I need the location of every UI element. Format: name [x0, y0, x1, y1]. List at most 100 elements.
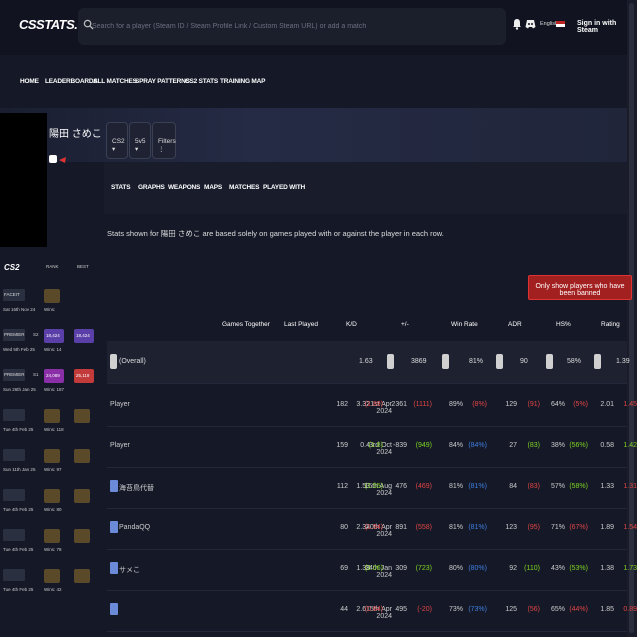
row-win-d: (80%) [468, 565, 487, 572]
filters-button[interactable]: Filters ⋮ [152, 122, 176, 159]
row-player-name[interactable]: 海苔鳥代替 [119, 483, 154, 493]
row-rating-d: 1.31 [623, 483, 637, 490]
compare-marker [442, 354, 449, 369]
discord-icon[interactable] [525, 19, 536, 29]
player-avatar-icon [110, 480, 118, 492]
row-player-name[interactable]: サメこ [119, 565, 140, 575]
rank-source-logo: PREMIER [3, 329, 25, 341]
rank-entry: Tue 4th Feb 25 Wins: 78 [0, 527, 104, 567]
rank-value: 24,089 [46, 373, 60, 378]
search-box[interactable] [78, 8, 506, 45]
table-row[interactable]: Player 159 3rd Oct 2024 0.4 (1.8) -839 (949) 84… [107, 425, 637, 468]
steam-icon[interactable] [49, 155, 57, 163]
col-last-played[interactable]: Last Played [284, 321, 318, 328]
rank-date: Wed 5th Feb 25 [3, 347, 35, 352]
row-pm-d: (723) [415, 565, 432, 572]
search-input[interactable] [92, 12, 492, 41]
player-avatar-icon [110, 603, 118, 615]
rank-sidebar: CS2 RANK BEST FACEIT Sat 16th Nov 24 Wins:… [0, 250, 104, 637]
row-hs-d: (53%) [569, 565, 588, 572]
table-row[interactable]: 44 5th Apr 2024 2.61 (0.84) 495 (-20) 73% (73%)… [107, 589, 637, 632]
row-win: 81% [469, 358, 484, 365]
row-rating-d: 0.89 [623, 606, 637, 613]
col-win-rate[interactable]: Win Rate [451, 321, 478, 328]
bell-icon[interactable] [512, 18, 522, 30]
scrollbar-thumb[interactable] [629, 3, 634, 633]
table-row[interactable]: サメこ 69 24th Jan 2024 1.39 (2.06) 309 (723) 80%(… [107, 548, 637, 591]
best-rank-badge [74, 409, 90, 423]
rank-entry: Tue 4th Feb 25 Wins: 42 [0, 567, 104, 607]
cs2-logo: CS2 [4, 263, 20, 272]
rank-value: 18,424 [46, 333, 60, 338]
nav-training-map[interactable]: TRAINING MAP [220, 78, 265, 85]
flag-icon[interactable] [556, 21, 565, 27]
row-adr-d: (95) [527, 524, 540, 531]
row-hs-d: (56%) [569, 442, 588, 449]
season-label: S1 [33, 372, 39, 377]
row-pm: 3869 [411, 358, 427, 365]
compare-marker [546, 354, 553, 369]
rank-wins: Wins: 14 [44, 347, 62, 352]
col-kd[interactable]: K/D [346, 321, 357, 328]
col-plus-minus[interactable]: +/- [401, 321, 409, 328]
row-rating-d: 1.73 [623, 565, 637, 572]
rank-emblem-icon [3, 489, 25, 501]
best-rank-badge [74, 529, 90, 543]
rank-date: Tue 4th Feb 25 [3, 587, 34, 592]
tab-graphs[interactable]: GRAPHS [138, 184, 165, 191]
banned-filter-button[interactable]: Only show players who have been banned [528, 275, 632, 300]
played-with-notice: Stats shown for 陽田 さめこ are based solely … [107, 229, 444, 238]
nav-all-matches[interactable]: ALL MATCHES [93, 78, 137, 85]
row-pm: 309 [395, 565, 407, 572]
rank-entry: Sun 11th Jan 25 Wins: 97 [0, 447, 104, 487]
rank-emblem-icon [3, 409, 25, 421]
row-win-d: (81%) [468, 483, 487, 490]
nav-home[interactable]: HOME [20, 78, 39, 85]
table-row[interactable]: PandaQQ 80 20th Apr 2024 2.34 (1.94) 891 (558)… [107, 507, 637, 550]
nav-spray-patterns[interactable]: SPRAY PATTERNS [135, 78, 190, 85]
col-hs[interactable]: HS% [556, 321, 571, 328]
tab-maps[interactable]: MAPS [204, 184, 222, 191]
row-hs-d: (58%) [569, 483, 588, 490]
row-win-d: (81%) [468, 524, 487, 531]
row-adr-d: (110) [524, 565, 540, 572]
rank-badge [44, 529, 60, 543]
rank-source-logo: PREMIER [3, 369, 25, 381]
rank-badge [44, 569, 60, 583]
table-row[interactable]: Player 182 21st Apr 2024 3.32 (1.89) 2361 (111… [107, 384, 637, 427]
row-pm: 495 [395, 606, 407, 613]
best-rank-badge: 18,424 [74, 329, 94, 343]
best-rank-badge [74, 449, 90, 463]
col-adr[interactable]: ADR [508, 321, 522, 328]
row-pm-d: (-20) [417, 606, 432, 613]
game-dropdown[interactable]: CS2 ▾ [106, 122, 128, 159]
row-pm: 891 [395, 524, 407, 531]
rank-wins: Wins: 187 [44, 387, 65, 392]
row-pm-d: (469) [415, 483, 432, 490]
col-rank-label: RANK [46, 264, 59, 269]
rank-date: Sun 26th Jan 25 [3, 387, 36, 392]
season-label: S2 [33, 332, 39, 337]
col-rating[interactable]: Rating [601, 321, 620, 328]
rank-badge: 24,089 [44, 369, 64, 383]
tab-matches[interactable]: MATCHES [229, 184, 259, 191]
row-player-name[interactable]: Player [110, 442, 130, 449]
mode-dropdown[interactable]: 5v5 ▾ [129, 122, 151, 159]
rank-source-label: PREMIER [4, 372, 25, 377]
player-name: 陽田 さめこ [49, 129, 102, 140]
row-player-name[interactable]: Player [110, 401, 130, 408]
row-pm: 2361 [391, 401, 407, 408]
avatar [0, 113, 47, 247]
rank-wins: Wins: [44, 307, 56, 312]
rank-badge [44, 489, 60, 503]
table-row[interactable]: 海苔鳥代替 112 16th Aug 2024 1.53 (1.55) 476 (469) 8… [107, 466, 637, 509]
row-player-name[interactable]: PandaQQ [119, 524, 150, 531]
col-games-together[interactable]: Games Together [222, 321, 270, 328]
tab-weapons[interactable]: WEAPONS [168, 184, 200, 191]
tab-stats[interactable]: STATS [111, 184, 131, 191]
tab-played-with[interactable]: PLAYED WITH [263, 184, 305, 191]
nav-cs2-stats[interactable]: CS2 STATS [185, 78, 218, 85]
row-hs-d: (44%) [569, 606, 588, 613]
nav-leaderboards[interactable]: LEADERBOARDS [45, 78, 98, 85]
rank-source-logo: FACEIT [3, 289, 25, 301]
